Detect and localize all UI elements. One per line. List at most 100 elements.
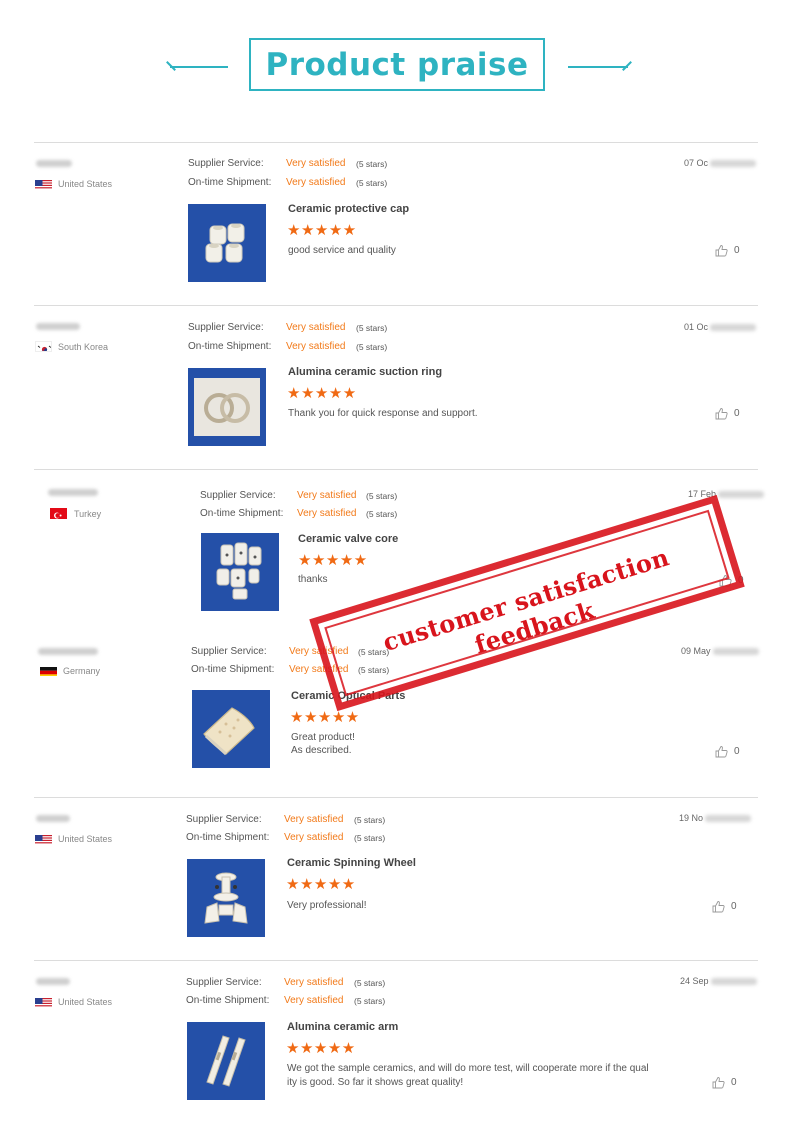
supplier-rating: Very satisfied [289, 646, 349, 657]
supplier-rating: Very satisfied [286, 322, 346, 333]
supplier-service-label: Supplier Service: [186, 814, 262, 825]
review-comment: Very professional! [287, 900, 367, 911]
reviewer-country: South Korea [58, 342, 109, 352]
tr-flag-icon [50, 508, 67, 519]
ontime-shipment-label: On-time Shipment: [191, 664, 275, 675]
shipment-rating: Very satisfied [286, 177, 346, 188]
like-button[interactable]: 0 [715, 244, 740, 257]
reviewer-name [36, 815, 70, 822]
review-item: United States Supplier Service: Very sat… [0, 960, 800, 1120]
review-item: Turkey Supplier Service: Very satisfied … [0, 469, 800, 629]
supplier-service-label: Supplier Service: [186, 977, 262, 988]
ceramic-arm-image[interactable] [187, 1022, 265, 1100]
ontime-shipment-label: On-time Shipment: [188, 341, 272, 352]
shipment-rating-note: (5 stars) [354, 996, 386, 1006]
review-comment: good service and quality [288, 245, 396, 256]
product-name[interactable]: Ceramic Spinning Wheel [287, 857, 416, 869]
suction-ring-image[interactable] [188, 368, 266, 446]
product-stars: ★★★★★ [290, 709, 360, 726]
shipment-rating: Very satisfied [286, 341, 346, 352]
shipment-rating: Very satisfied [284, 995, 344, 1006]
review-comment-line2: As described. [291, 745, 352, 756]
reviewer-country: United States [58, 997, 113, 1007]
supplier-rating-note: (5 stars) [356, 323, 388, 333]
reviewer-country: Turkey [74, 509, 102, 519]
shipment-rating-note: (5 stars) [366, 509, 398, 519]
ontime-shipment-label: On-time Shipment: [200, 508, 284, 519]
supplier-rating-note: (5 stars) [354, 978, 386, 988]
ceramic-cap-image[interactable] [188, 204, 266, 282]
shipment-rating: Very satisfied [289, 664, 349, 675]
reviewer-name [36, 160, 72, 167]
supplier-service-label: Supplier Service: [188, 158, 264, 169]
like-count: 0 [731, 1077, 737, 1088]
spinning-wheel-image[interactable] [187, 859, 265, 937]
product-stars: ★★★★★ [286, 876, 356, 893]
shipment-rating-note: (5 stars) [358, 665, 390, 675]
header-line-left [170, 66, 228, 68]
review-date: 17 Feb [688, 489, 765, 499]
review-item: United States Supplier Service: Very sat… [0, 797, 800, 957]
like-button[interactable]: 0 [715, 745, 740, 758]
review-comment-line2: ity is good. So far it shows great quali… [287, 1077, 464, 1088]
kr-flag-icon [35, 341, 52, 352]
product-stars: ★★★★★ [286, 1040, 356, 1057]
review-comment: Great product! [291, 732, 355, 743]
thumbs-up-icon [719, 575, 732, 587]
supplier-service-label: Supplier Service: [200, 490, 276, 501]
page-title: Product praise [265, 46, 529, 83]
review-comment: We got the sample ceramics, and will do … [287, 1063, 649, 1074]
supplier-rating: Very satisfied [297, 490, 357, 501]
review-date: 19 No [679, 813, 752, 823]
supplier-service-label: Supplier Service: [191, 646, 267, 657]
review-item: South Korea Supplier Service: Very satis… [0, 305, 800, 465]
like-button[interactable]: 0 [712, 900, 737, 913]
product-stars: ★★★★★ [298, 552, 368, 569]
reviewer-name [36, 978, 70, 985]
supplier-rating: Very satisfied [286, 158, 346, 169]
review-comment: Thank you for quick response and support… [288, 408, 478, 419]
thumbs-up-icon [715, 408, 728, 420]
shipment-rating-note: (5 stars) [354, 833, 386, 843]
review-comment: thanks [298, 574, 328, 585]
header-box: Product praise [249, 38, 545, 91]
supplier-rating: Very satisfied [284, 814, 344, 825]
thumbs-up-icon [715, 245, 728, 257]
ontime-shipment-label: On-time Shipment: [186, 995, 270, 1006]
review-date: 01 Oc [684, 322, 757, 332]
like-count: 0 [734, 408, 740, 419]
reviewer-country: United States [58, 179, 113, 189]
like-count: 0 [734, 245, 740, 256]
ontime-shipment-label: On-time Shipment: [188, 177, 272, 188]
reviewer-country: Germany [63, 666, 101, 676]
like-button[interactable]: 0 [712, 1076, 737, 1089]
product-name[interactable]: Ceramic valve core [298, 533, 398, 545]
like-button[interactable]: 0 [715, 407, 740, 420]
product-name[interactable]: Alumina ceramic arm [287, 1021, 398, 1033]
valve-core-image[interactable] [201, 533, 279, 611]
supplier-rating-note: (5 stars) [356, 159, 388, 169]
us-flag-icon [35, 996, 52, 1007]
supplier-service-label: Supplier Service: [188, 322, 264, 333]
product-name[interactable]: Ceramic Optical Parts [291, 690, 405, 702]
de-flag-icon [40, 665, 57, 676]
supplier-rating-note: (5 stars) [358, 647, 390, 657]
supplier-rating-note: (5 stars) [366, 491, 398, 501]
shipment-rating-note: (5 stars) [356, 342, 388, 352]
review-item: Germany Supplier Service: Very satisfied… [0, 632, 800, 792]
like-button[interactable]: 0 [719, 574, 744, 587]
product-stars: ★★★★★ [287, 222, 357, 239]
like-count: 0 [734, 746, 740, 757]
review-date: 07 Oc [684, 158, 757, 168]
reviewer-name [38, 648, 98, 655]
product-name[interactable]: Alumina ceramic suction ring [288, 366, 442, 378]
reviewer-name [36, 323, 80, 330]
thumbs-up-icon [712, 901, 725, 913]
supplier-rating-note: (5 stars) [354, 815, 386, 825]
ontime-shipment-label: On-time Shipment: [186, 832, 270, 843]
product-name[interactable]: Ceramic protective cap [288, 203, 409, 215]
shipment-rating: Very satisfied [284, 832, 344, 843]
shipment-rating-note: (5 stars) [356, 178, 388, 188]
reviewer-name [48, 489, 98, 496]
optical-part-image[interactable] [192, 690, 270, 768]
